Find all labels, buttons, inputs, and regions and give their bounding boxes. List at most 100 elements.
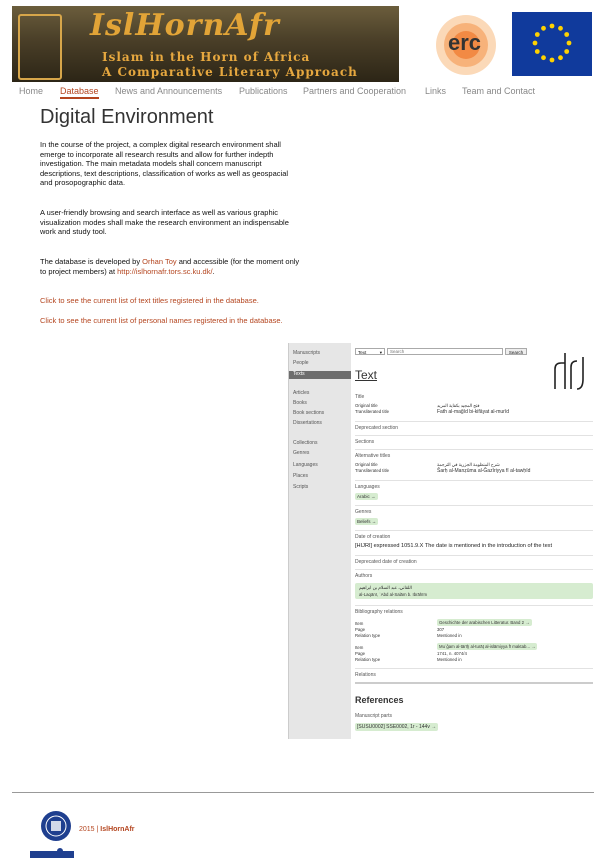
db-divider (355, 435, 593, 436)
db-deprecated-section: Deprecated section (355, 425, 399, 431)
footer-copyright: 2015 | IslHornAfr (79, 826, 135, 833)
db-author-box[interactable]: اللقاني، عبد السلام بن ابراهيم al-Laqānī… (355, 583, 593, 599)
db-sections: Sections (355, 439, 375, 445)
db-divider (355, 449, 593, 450)
db-side-people[interactable]: People (293, 360, 309, 366)
db-b1-item-label: Item (355, 621, 364, 626)
db-side-collections[interactable]: Collections (293, 440, 317, 446)
db-alt-translit-label: Transliterated title (355, 468, 389, 473)
personal-names-link[interactable]: Click to see the current list of persona… (40, 316, 302, 326)
db-biblio-label: Bibliography relations (355, 609, 403, 615)
nav-home[interactable]: Home (19, 86, 43, 96)
db-b1-rel: Mentioned in (437, 633, 462, 638)
db-translit-title: Fath al-maǧīd bi-kifāyat al-murīd (437, 409, 509, 415)
db-divider (355, 555, 593, 556)
db-b2-item-label: Item (355, 645, 364, 650)
banner-subtitle-2: A Comparative Literary Approach (102, 65, 358, 79)
main-nav: Home Database News and Announcements Pub… (0, 86, 594, 100)
db-search-input[interactable] (387, 348, 503, 355)
db-deprecated-date: Deprecated date of creation (355, 559, 417, 565)
db-search-select-value: Text (358, 350, 367, 355)
db-divider (355, 505, 593, 506)
arabic-logo-icon (18, 14, 62, 80)
developer-link[interactable]: Orhan Toy (142, 257, 176, 266)
db-divider (355, 605, 593, 606)
nav-links[interactable]: Links (425, 86, 446, 96)
db-translit-label: Transliterated title (355, 409, 389, 414)
db-text-heading: Text (355, 368, 378, 382)
db-search-select[interactable]: Text ▾ (355, 348, 385, 355)
db-date-label: Date of creation (355, 534, 391, 540)
db-side-manuscripts[interactable]: Manuscripts (293, 350, 320, 356)
db-genre-tag[interactable]: Beliefs → (355, 518, 379, 525)
db-orig-title-label: Original title (355, 403, 378, 408)
db-divider (355, 569, 593, 570)
nav-news[interactable]: News and Announcements (115, 86, 222, 96)
db-b1-page: 307 (437, 627, 445, 632)
project-banner[interactable]: IslHornAfr Islam in the Horn of Africa A… (12, 6, 399, 82)
db-arabic-logo-icon (554, 353, 584, 390)
db-alt-translit: Šarḥ al-Manẓūma al-Ǧazīriyya fī al-tawḥī… (437, 468, 531, 474)
page-title: Digital Environment (40, 106, 214, 128)
db-side-texts[interactable]: Texts (289, 371, 351, 379)
db-divider (355, 682, 593, 684)
db-title-label: Title (355, 394, 365, 400)
erc-logo[interactable]: erc (428, 8, 504, 82)
db-divider (355, 530, 593, 531)
db-side-books[interactable]: Books (293, 400, 307, 406)
db-side-dissertations[interactable]: Dissertations (293, 420, 322, 426)
database-screenshot: Manuscripts People Texts Articles Books … (288, 343, 594, 739)
db-sidebar: Manuscripts People Texts Articles Books … (289, 343, 351, 739)
eu-stars-icon (532, 23, 572, 63)
db-divider (355, 480, 593, 481)
db-b2-rel-label: Relation type (355, 657, 381, 662)
db-b1-rel-label: Relation type (355, 633, 381, 638)
db-author-arabic: اللقاني، عبد السلام بن ابراهيم (359, 585, 412, 590)
nav-database[interactable]: Database (60, 86, 99, 99)
developer-text: The database is developed by (40, 257, 143, 266)
db-ms-part-tag[interactable]: [SUSU0002] SSE0002, 1r - 144v → (355, 723, 439, 731)
db-genres-label: Genres (355, 509, 372, 515)
db-divider (355, 421, 593, 422)
interface-paragraph: A user-friendly browsing and search inte… (40, 208, 289, 237)
db-b1-item[interactable]: Geschichte der arabischen Litteratur. Ba… (437, 619, 532, 626)
db-alt-orig-label: Original title (355, 462, 378, 467)
nav-publications[interactable]: Publications (239, 86, 288, 96)
db-alt-titles: Alternative titles (355, 453, 391, 459)
partner-logo-icon (30, 848, 74, 858)
nav-partners[interactable]: Partners and Cooperation (303, 86, 406, 96)
db-b2-page-label: Page (355, 651, 366, 656)
db-b2-page: 1741, n. 4074/4 (437, 651, 467, 656)
db-b2-item[interactable]: Muʿǧam al-tārīḫ al-turāṯ al-islāmiyya fī… (437, 643, 538, 650)
nav-team[interactable]: Team and Contact (462, 86, 535, 96)
db-side-scripts[interactable]: Scripts (293, 484, 308, 490)
banner-subtitle-1: Islam in the Horn of Africa (102, 50, 311, 64)
developer-paragraph: The database is developed by Orhan Toy a… (40, 257, 302, 276)
footer-year: 2015 | (79, 826, 101, 833)
db-side-languages[interactable]: Languages (293, 462, 318, 468)
db-search-button[interactable]: Search (505, 348, 527, 355)
db-references-heading: References (355, 695, 404, 705)
db-b2-rel: Mentioned in (437, 657, 462, 662)
db-side-genres[interactable]: Genres (293, 450, 309, 456)
db-language-tag[interactable]: Arabic → (355, 493, 378, 500)
db-side-places[interactable]: Places (293, 473, 308, 479)
db-languages-label: Languages (355, 484, 380, 490)
footer-name: IslHornAfr (100, 826, 135, 833)
text-titles-link[interactable]: Click to see the current list of text ti… (40, 296, 302, 306)
database-url-link[interactable]: http://islhornafr.tors.sc.ku.dk/ (117, 267, 212, 276)
banner-title: IslHornAfr (90, 8, 280, 43)
db-authors-label: Authors (355, 573, 373, 579)
db-caret-down-icon: ▾ (379, 350, 382, 355)
eu-flag (512, 12, 592, 76)
footer-divider (12, 792, 594, 793)
db-ms-parts-label: Manuscript parts (355, 713, 392, 719)
db-side-articles[interactable]: Articles (293, 390, 309, 396)
db-date-value: [HIJRI] expressed 1051.9.X The date is m… (355, 543, 553, 549)
db-relations: Relations (355, 672, 376, 678)
erc-text: erc (448, 30, 482, 55)
db-side-book-sections[interactable]: Book sections (293, 410, 324, 416)
intro-paragraph: In the course of the project, a complex … (40, 140, 289, 188)
db-author-latin: al-Laqānī, ʿAbd al-Salām b. Ibrāhīm (359, 592, 428, 597)
db-divider (355, 668, 593, 669)
